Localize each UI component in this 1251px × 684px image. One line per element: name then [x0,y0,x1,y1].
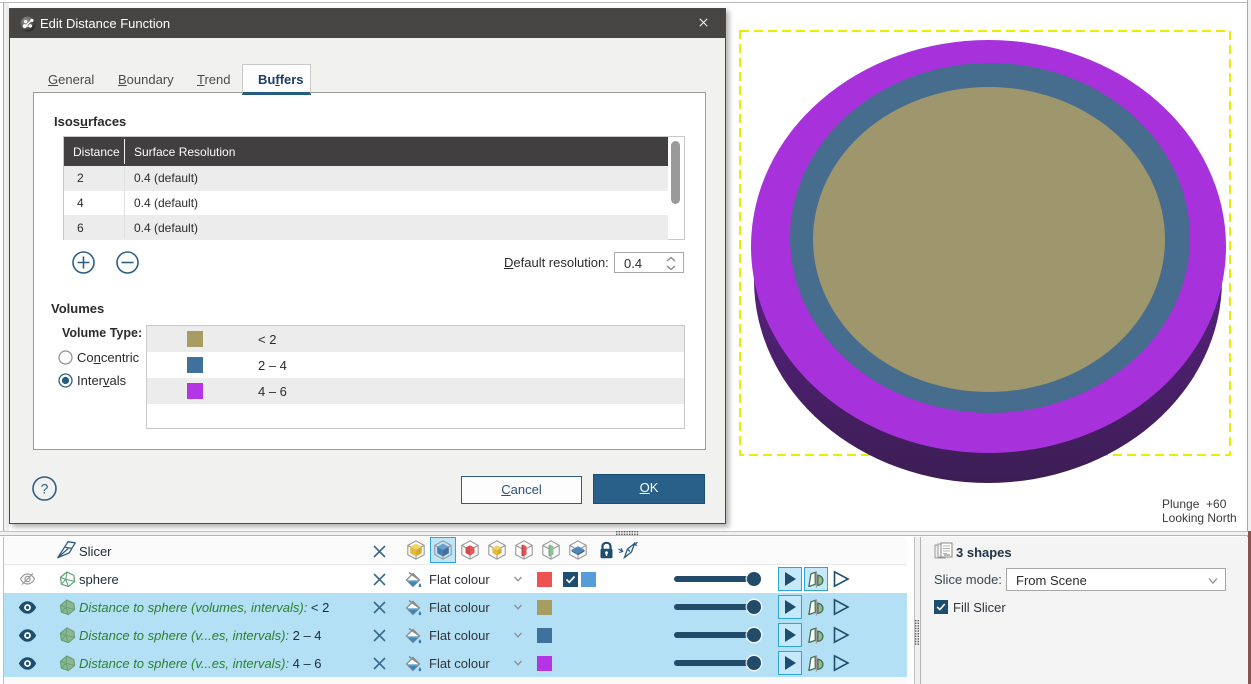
svg-text:Looking North: Looking North [1162,511,1237,525]
svg-text:Plunge +60: Plunge +60 [1162,497,1227,511]
svg-text:?: ? [41,481,49,497]
